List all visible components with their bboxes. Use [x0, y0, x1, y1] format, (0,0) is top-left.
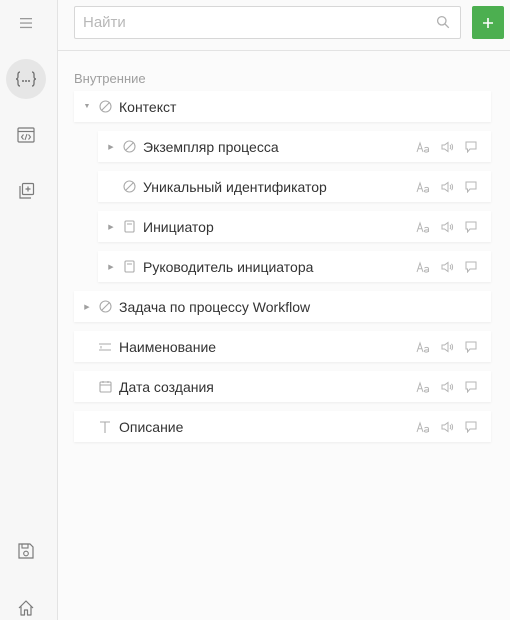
app-window: Внутренние ▼Контекст▶Экземпляр процесса▶… [0, 0, 510, 620]
caret-right-icon[interactable]: ▶ [80, 303, 94, 311]
row-actions [411, 138, 483, 156]
tree-row[interactable]: ▶Наименование [74, 331, 491, 362]
tree-row[interactable]: ▶ Инициатор [98, 211, 491, 242]
tree-row[interactable]: ▶Уникальный идентификатор [98, 171, 491, 202]
calendar-icon [96, 378, 114, 396]
tree-row-label: Контекст [119, 98, 177, 115]
search-input[interactable] [74, 6, 461, 39]
text-t-icon [96, 418, 114, 436]
comment-icon[interactable] [459, 338, 483, 356]
tree-row-label: Задача по процессу Workflow [119, 298, 311, 315]
speaker-icon[interactable] [435, 258, 459, 276]
slash-circle-icon [120, 178, 138, 196]
search-icon[interactable] [436, 15, 450, 29]
row-actions [411, 178, 483, 196]
tree-row[interactable]: ▶ Руководитель инициатора [98, 251, 491, 282]
rail-item-home[interactable] [6, 588, 46, 620]
menu-button[interactable] [6, 3, 46, 43]
tree-row-label: Инициатор [143, 218, 214, 235]
menu-icon [20, 18, 32, 29]
slash-circle-icon [96, 98, 114, 116]
speaker-icon[interactable] [435, 418, 459, 436]
context-variables-icon [15, 71, 37, 87]
tree-row[interactable]: ▶ Экземпляр процесса [98, 131, 491, 162]
caret-right-icon[interactable]: ▶ [104, 223, 118, 231]
rail-item-context[interactable] [6, 59, 46, 99]
section-title: Внутренние [74, 71, 146, 86]
font-size-icon[interactable] [411, 338, 435, 356]
row-actions [411, 258, 483, 276]
font-size-icon[interactable] [411, 418, 435, 436]
speaker-icon[interactable] [435, 338, 459, 356]
row-actions [411, 418, 483, 436]
speaker-icon[interactable] [435, 178, 459, 196]
tree-row-label: Руководитель инициатора [143, 258, 314, 275]
caret-right-icon[interactable]: ▶ [104, 263, 118, 271]
row-actions [411, 218, 483, 236]
font-size-icon[interactable] [411, 258, 435, 276]
left-rail [0, 0, 58, 620]
font-size-icon[interactable] [411, 378, 435, 396]
user-card-icon [120, 258, 138, 276]
user-card-icon [120, 218, 138, 236]
tree-row-label: Уникальный идентификатор [143, 178, 327, 195]
slash-circle-icon [96, 298, 114, 316]
comment-icon[interactable] [459, 378, 483, 396]
tree-row[interactable]: ▼ Контекст [74, 91, 491, 122]
tree-row-label: Наименование [119, 338, 217, 355]
text-field-icon [96, 338, 114, 356]
tree-row-label: Дата создания [119, 378, 214, 395]
rail-item-save[interactable] [6, 531, 46, 571]
tree-row-label: Описание [119, 418, 184, 435]
font-size-icon[interactable] [411, 178, 435, 196]
comment-icon[interactable] [459, 138, 483, 156]
home-icon [18, 600, 34, 616]
add-copy-icon [19, 182, 35, 199]
caret-down-icon[interactable]: ▼ [80, 103, 94, 110]
comment-icon[interactable] [459, 258, 483, 276]
tree-row-label: Экземпляр процесса [143, 138, 279, 155]
save-icon [18, 543, 34, 559]
tree-row[interactable]: ▶Дата создания [74, 371, 491, 402]
rail-item-add[interactable] [6, 171, 46, 211]
code-window-icon [17, 127, 35, 143]
slash-circle-icon [120, 138, 138, 156]
comment-icon[interactable] [459, 218, 483, 236]
tree-row[interactable]: ▶Описание [74, 411, 491, 442]
row-actions [411, 338, 483, 356]
font-size-icon[interactable] [411, 218, 435, 236]
comment-icon[interactable] [459, 418, 483, 436]
add-button[interactable] [472, 6, 504, 39]
caret-right-icon[interactable]: ▶ [104, 143, 118, 151]
speaker-icon[interactable] [435, 218, 459, 236]
rail-item-code[interactable] [6, 115, 46, 155]
plus-icon [483, 17, 493, 28]
font-size-icon[interactable] [411, 138, 435, 156]
main-panel: Внутренние ▼Контекст▶Экземпляр процесса▶… [58, 0, 510, 620]
row-actions [411, 378, 483, 396]
comment-icon[interactable] [459, 178, 483, 196]
toolbar [58, 0, 510, 51]
speaker-icon[interactable] [435, 138, 459, 156]
tree-row[interactable]: ▶ Задача по процессу Workflow [74, 291, 491, 322]
speaker-icon[interactable] [435, 378, 459, 396]
